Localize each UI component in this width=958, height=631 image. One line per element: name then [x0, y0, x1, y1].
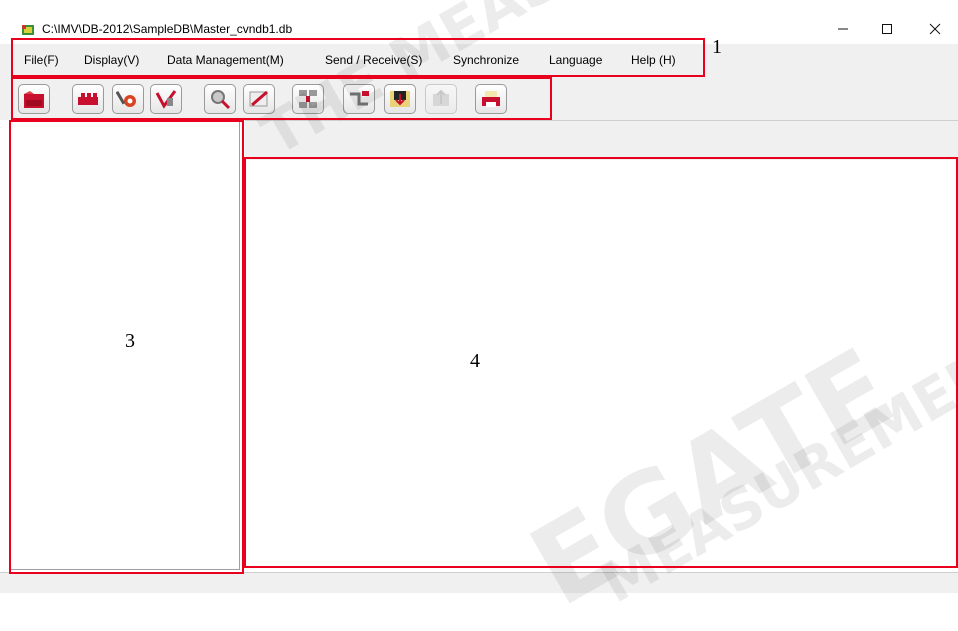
printer-icon: [482, 91, 500, 107]
close-button[interactable]: [912, 16, 958, 42]
check-mark-icon: [155, 90, 177, 109]
upload-icon: [433, 89, 449, 106]
status-bar: [0, 572, 958, 593]
maximize-icon: [882, 24, 892, 34]
open-button[interactable]: [18, 84, 50, 114]
edit-button[interactable]: [243, 84, 275, 114]
toolbar: [0, 76, 958, 120]
print-button[interactable]: [475, 84, 507, 114]
tools-gear-icon: [116, 90, 136, 107]
close-icon: [929, 23, 941, 35]
download-icon: [390, 91, 410, 107]
menu-synchronize[interactable]: Synchronize: [453, 53, 519, 67]
tools-button[interactable]: [112, 84, 144, 114]
connect-button[interactable]: [343, 84, 375, 114]
check-button[interactable]: [150, 84, 182, 114]
open-folder-icon: [24, 91, 44, 108]
blocks-icon: [78, 93, 98, 105]
blocks-button[interactable]: [72, 84, 104, 114]
connect-icon: [350, 91, 369, 106]
menu-callout-label: 1: [712, 36, 722, 58]
database-icon: [299, 90, 317, 108]
menu-send-receive[interactable]: Send / Receive(S): [325, 53, 422, 67]
window-title: C:\IMV\DB-2012\SampleDB\Master_cvndb1.db: [42, 22, 293, 36]
maximize-button[interactable]: [864, 16, 910, 42]
database-button[interactable]: [292, 84, 324, 114]
menu-help[interactable]: Help (H): [631, 53, 676, 67]
menu-display[interactable]: Display(V): [84, 53, 139, 67]
download-button[interactable]: [384, 84, 416, 114]
detail-pane[interactable]: [245, 160, 958, 570]
menu-file[interactable]: File(F): [24, 53, 59, 67]
left-pane-callout-label: 3: [125, 330, 135, 352]
app-icon: [22, 24, 34, 35]
magnifier-icon: [211, 90, 231, 110]
upload-button[interactable]: [425, 84, 457, 114]
search-button[interactable]: [204, 84, 236, 114]
right-pane-callout-label: 4: [470, 350, 480, 372]
menu-bar: File(F) Display(V) Data Management(M) Se…: [0, 44, 958, 76]
minimize-icon: [838, 28, 848, 30]
title-bar: C:\IMV\DB-2012\SampleDB\Master_cvndb1.db: [0, 16, 958, 42]
edit-pencil-icon: [249, 90, 268, 107]
detail-header-strip: [245, 120, 958, 161]
menu-data-management[interactable]: Data Management(M): [167, 53, 284, 67]
menu-language[interactable]: Language: [549, 53, 602, 67]
minimize-button[interactable]: [820, 16, 866, 42]
